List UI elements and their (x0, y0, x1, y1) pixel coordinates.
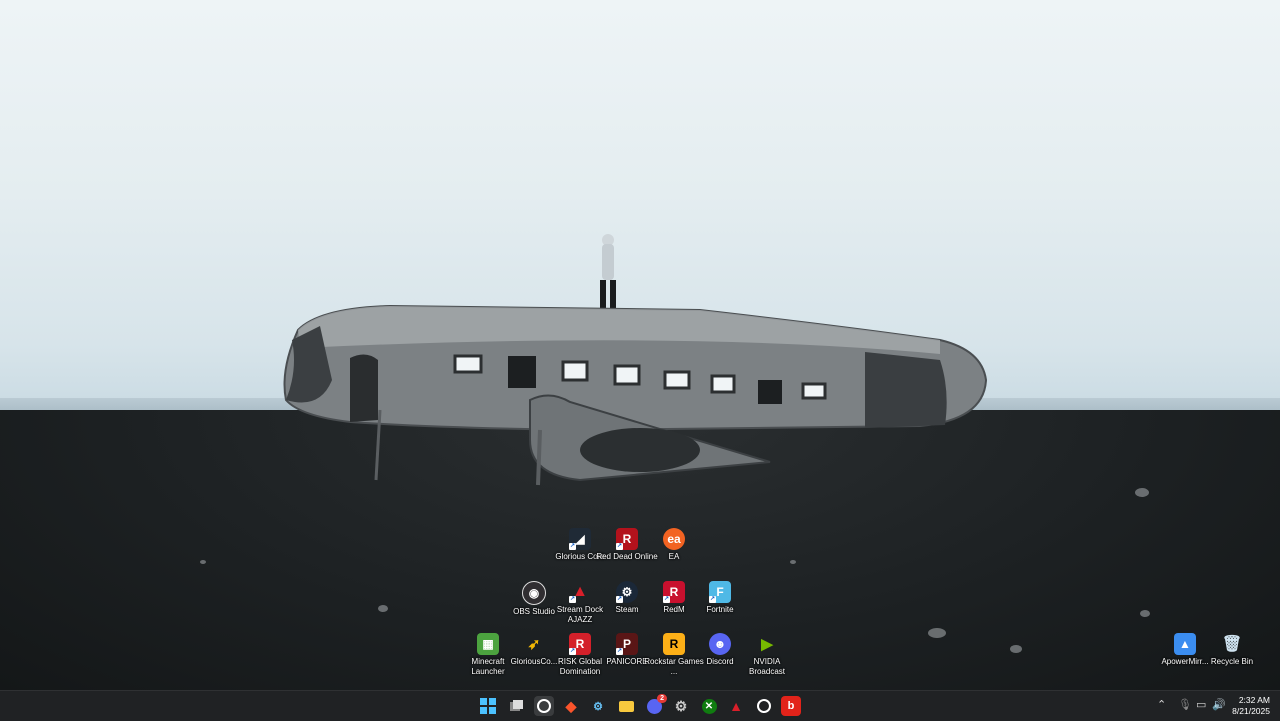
taskbar-xbox[interactable]: ✕ (699, 696, 719, 716)
wallpaper-rock (928, 628, 946, 638)
redm-icon: R ↗ (663, 581, 685, 603)
speaker-icon: 🔊 (1212, 699, 1226, 711)
folder-icon (618, 700, 634, 712)
taskbar-steam[interactable]: ⚙ (588, 696, 608, 716)
roblox-icon: b (787, 700, 795, 712)
epic-icon (757, 699, 771, 713)
glorious-core-icon: ◢ ↗ (569, 528, 591, 550)
glorious-icon: ➶ (527, 636, 541, 653)
desktop-icon-fortnite[interactable]: F ↗ Fortnite (689, 581, 751, 615)
wallpaper-rock (378, 605, 388, 612)
recycle-bin-icon: 🗑 (1221, 636, 1243, 653)
icon-label: Fortnite (706, 605, 734, 614)
notification-badge: 2 (657, 694, 667, 703)
wallpaper-rock (1010, 645, 1022, 653)
microphone-icon: 🎙 (1178, 699, 1192, 711)
person-figure (600, 234, 616, 316)
obs-icon (537, 699, 551, 713)
microphone-tray[interactable]: 🎙 (1178, 698, 1192, 711)
desktop-icon-ea[interactable]: ea EA (643, 528, 705, 562)
taskbar-epic[interactable] (754, 696, 774, 716)
chevron-up-icon: ⌃ (1157, 699, 1167, 711)
panicore-icon: P ↗ (616, 633, 638, 655)
obs-icon: ◉ (522, 581, 546, 605)
apowermirror-icon: ▲ (1174, 633, 1196, 655)
wallpaper-rock (1135, 488, 1149, 497)
taskbar-brave[interactable]: ◆ (561, 696, 581, 716)
nvidia-broadcast-icon: ▶ (761, 636, 773, 653)
network-tray[interactable]: ▭ (1196, 698, 1206, 711)
taskbar-file-explorer[interactable] (616, 696, 636, 716)
network-icon: ▭ (1196, 699, 1207, 711)
icon-label: EA (668, 552, 680, 561)
red-dead-online-icon: R ↗ (616, 528, 638, 550)
risk-icon: R ↗ (569, 633, 591, 655)
minecraft-icon: ▦ (477, 633, 499, 655)
task-view-icon (510, 700, 523, 711)
taskbar-clock[interactable]: 2:32 AM 8/21/2025 (1232, 695, 1270, 717)
desktop-icon-nvidia-broadcast[interactable]: ▶ NVIDIA Broadcast (736, 633, 798, 677)
task-view-button[interactable] (507, 696, 527, 716)
wallpaper-rock (790, 560, 796, 564)
brave-icon: ◆ (565, 697, 577, 714)
clock-date: 8/21/2025 (1232, 706, 1270, 716)
taskbar-stream-dock[interactable]: ▲ (726, 696, 746, 716)
start-button[interactable] (478, 696, 498, 716)
discord-icon: ☻ (709, 633, 731, 655)
stream-dock-icon: ▲ ↗ (569, 583, 588, 603)
xbox-icon: ✕ (701, 698, 717, 714)
rockstar-icon: R (663, 633, 685, 655)
desktop-icon-recycle-bin[interactable]: 🗑 Recycle Bin (1201, 633, 1263, 667)
taskbar: ◆ ⚙ 2 ⚙ ✕ ▲ b ⌃ 🎙 ▭ 🔊 2:32 AM 8/21/2025 (0, 690, 1280, 721)
icon-label: NVIDIA Broadcast (748, 657, 786, 676)
stream-dock-icon: ▲ (729, 698, 743, 714)
ea-icon: ea (663, 528, 685, 550)
wallpaper-rock (200, 560, 206, 564)
taskbar-obs[interactable] (534, 696, 554, 716)
clock-time: 2:32 AM (1238, 695, 1270, 705)
taskbar-settings[interactable]: ⚙ (671, 696, 691, 716)
wallpaper-rock (1140, 610, 1150, 617)
gear-icon: ⚙ (674, 697, 688, 714)
windows-start-icon (480, 698, 496, 714)
steam-icon: ⚙ ↗ (616, 581, 638, 603)
plane-wreck-image (283, 234, 988, 486)
fortnite-icon: F ↗ (709, 581, 731, 603)
steam-icon: ⚙ (593, 700, 603, 713)
show-hidden-icons-button[interactable]: ⌃ (1157, 698, 1166, 711)
taskbar-discord[interactable]: 2 (644, 694, 667, 716)
icon-label: Recycle Bin (1210, 657, 1254, 666)
taskbar-roblox[interactable]: b (781, 696, 801, 716)
volume-tray[interactable]: 🔊 (1212, 698, 1226, 711)
